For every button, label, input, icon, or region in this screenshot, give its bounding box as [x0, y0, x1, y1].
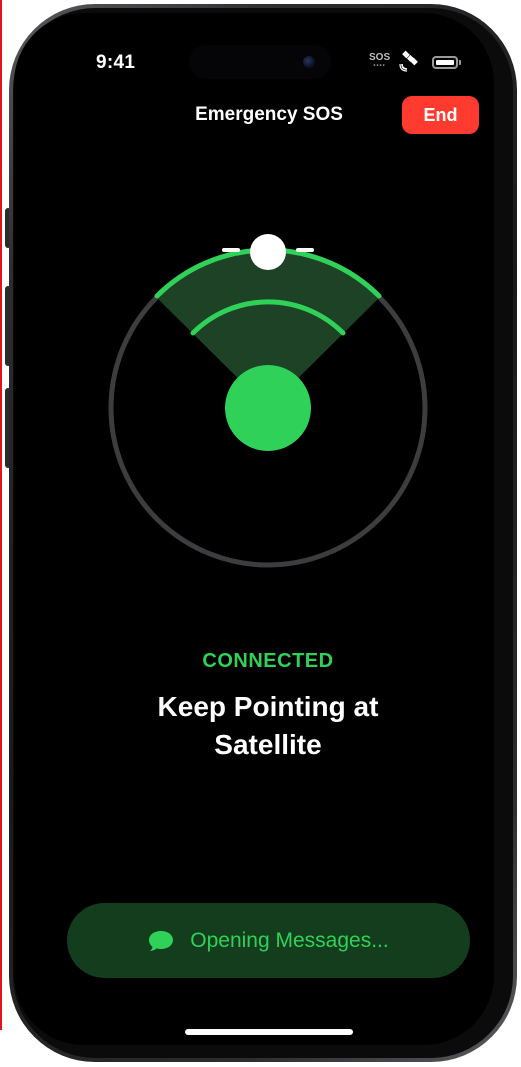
battery-cap	[459, 60, 461, 65]
satellite-icon	[399, 50, 418, 72]
margin-rule	[0, 0, 2, 1030]
dynamic-island	[189, 45, 331, 79]
sos-carrier-indicator: SOS ••••	[369, 52, 391, 70]
signal-dots-icon: ••••	[373, 63, 386, 69]
pointing-instruction: Keep Pointing at Satellite	[157, 691, 379, 760]
status-time: 9:41	[96, 52, 136, 73]
phone-screen	[14, 13, 494, 1045]
battery-full-icon	[432, 56, 458, 69]
end-button[interactable]: End	[402, 96, 479, 134]
sos-label: SOS	[369, 52, 391, 63]
opening-messages-button[interactable]: Opening Messages...	[67, 903, 470, 978]
nav-title: Emergency SOS	[195, 104, 343, 125]
battery-level	[436, 60, 454, 65]
front-camera-icon	[303, 56, 315, 68]
home-indicator[interactable]	[185, 1029, 353, 1035]
speech-bubble-icon	[149, 930, 174, 951]
page-frame: 9:41 SOS •••• Emergency SOS End CONNECTE…	[0, 0, 521, 1067]
opening-messages-label: Opening Messages...	[190, 928, 389, 952]
connection-status: CONNECTED	[202, 650, 334, 672]
